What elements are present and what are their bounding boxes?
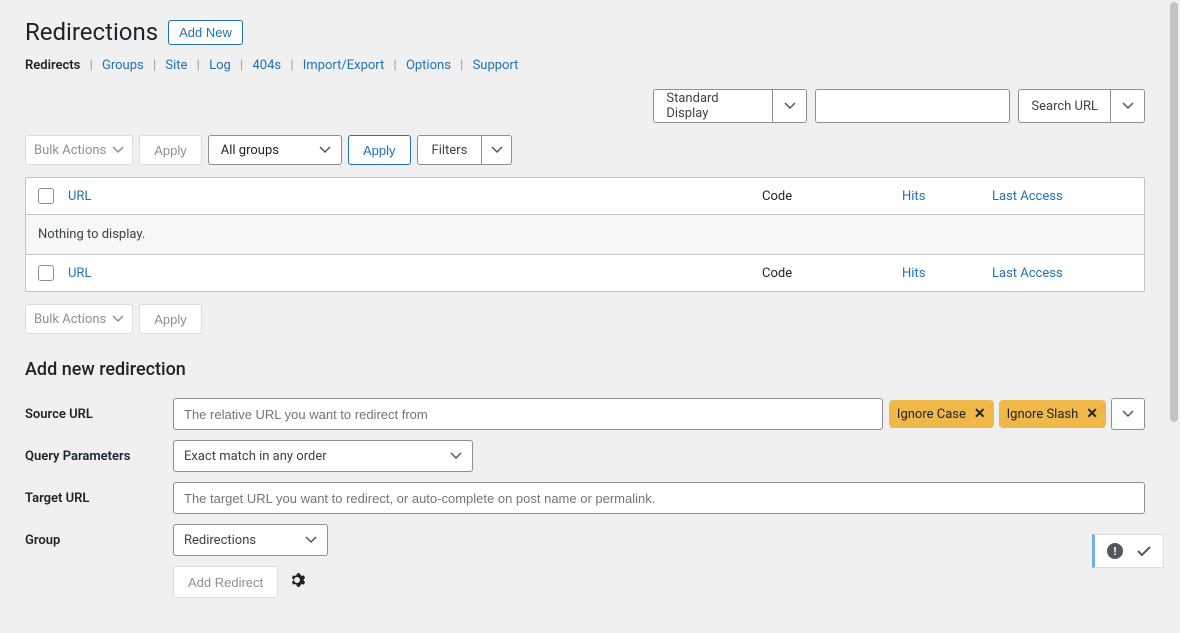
scrollbar-thumb[interactable] [1170, 2, 1178, 422]
group-filter-label: All groups [221, 143, 279, 158]
subnav-groups[interactable]: Groups [102, 58, 144, 73]
chevron-down-icon [491, 144, 503, 156]
check-icon[interactable] [1137, 544, 1151, 558]
chevron-down-icon [450, 450, 462, 462]
alert-icon[interactable]: ! [1107, 543, 1123, 559]
separator: | [240, 58, 243, 73]
group-filter-select[interactable]: All groups [208, 135, 342, 165]
close-icon[interactable]: ✕ [974, 406, 986, 422]
separator: | [460, 58, 463, 73]
subnav-import-export[interactable]: Import/Export [303, 58, 385, 73]
column-hits-footer[interactable]: Hits [902, 266, 925, 281]
separator: | [197, 58, 200, 73]
close-icon[interactable]: ✕ [1086, 406, 1098, 422]
subnav-404s[interactable]: 404s [252, 58, 281, 73]
bulk-actions-select[interactable]: Bulk Actions [25, 135, 133, 165]
chevron-down-icon [784, 100, 796, 112]
column-code: Code [762, 189, 902, 204]
query-parameters-select[interactable]: Exact match in any order [173, 440, 473, 472]
subnav-site[interactable]: Site [165, 58, 187, 73]
filters-button[interactable]: Filters [417, 135, 483, 165]
display-mode-select[interactable]: Standard Display [653, 89, 773, 123]
search-url-caret[interactable] [1111, 89, 1145, 123]
add-new-button[interactable]: Add New [168, 20, 243, 45]
table-header-row: URL Code Hits Last Access [26, 178, 1144, 215]
bulk-actions-label: Bulk Actions [34, 143, 106, 158]
subnav-redirects[interactable]: Redirects [25, 58, 80, 73]
separator: | [290, 58, 293, 73]
chevron-down-icon [1122, 100, 1134, 112]
column-hits[interactable]: Hits [902, 189, 925, 204]
source-url-input[interactable] [173, 398, 883, 430]
subnav-options[interactable]: Options [406, 58, 451, 73]
chevron-down-icon [305, 534, 317, 546]
chevron-down-icon [1122, 408, 1134, 420]
page-title: Redirections [25, 18, 158, 46]
separator: | [394, 58, 397, 73]
pill-label: Ignore Slash [1007, 407, 1079, 422]
chevron-down-icon [319, 144, 331, 156]
search-url-button[interactable]: Search URL [1018, 89, 1111, 123]
group-select[interactable]: Redirections [173, 524, 328, 556]
column-last-access-footer[interactable]: Last Access [992, 266, 1063, 281]
source-url-label: Source URL [25, 407, 173, 422]
pill-label: Ignore Case [897, 407, 966, 422]
apply-filter-button[interactable]: Apply [348, 135, 411, 165]
display-mode-caret[interactable] [773, 89, 807, 123]
column-last-access[interactable]: Last Access [992, 189, 1063, 204]
column-url[interactable]: URL [68, 189, 91, 204]
separator: | [153, 58, 156, 73]
query-parameters-label: Query Parameters [25, 449, 173, 464]
target-url-label: Target URL [25, 491, 173, 506]
bulk-actions-select-bottom[interactable]: Bulk Actions [25, 304, 133, 334]
target-url-input[interactable] [173, 482, 1145, 514]
query-parameters-value: Exact match in any order [184, 449, 327, 464]
subnav-support[interactable]: Support [473, 58, 519, 73]
sub-navigation: Redirects | Groups | Site | Log | 404s |… [25, 58, 1145, 73]
chevron-down-icon [112, 144, 124, 156]
apply-bulk-button-bottom[interactable]: Apply [139, 304, 202, 334]
form-heading: Add new redirection [25, 359, 1145, 380]
column-url-footer[interactable]: URL [68, 266, 91, 281]
select-all-checkbox[interactable] [38, 188, 54, 204]
chevron-down-icon [112, 313, 124, 325]
filters-caret[interactable] [482, 135, 512, 165]
column-code-footer: Code [762, 266, 902, 281]
url-options-dropdown[interactable] [1111, 398, 1145, 430]
table-empty-message: Nothing to display. [26, 215, 1144, 254]
scrollbar[interactable] [1168, 0, 1180, 578]
status-bar: ! [1092, 534, 1164, 568]
subnav-log[interactable]: Log [209, 58, 231, 73]
ignore-slash-pill[interactable]: Ignore Slash ✕ [999, 400, 1106, 428]
table-footer-row: URL Code Hits Last Access [26, 254, 1144, 291]
add-redirect-button[interactable]: Add Redirect [173, 566, 278, 598]
group-value: Redirections [184, 533, 256, 548]
gear-icon[interactable] [288, 571, 306, 594]
apply-bulk-button[interactable]: Apply [139, 135, 202, 165]
select-all-checkbox-footer[interactable] [38, 265, 54, 281]
bulk-actions-label: Bulk Actions [34, 312, 106, 327]
group-label: Group [25, 533, 173, 548]
ignore-case-pill[interactable]: Ignore Case ✕ [889, 400, 994, 428]
search-input[interactable] [815, 89, 1010, 123]
separator: | [90, 58, 93, 73]
